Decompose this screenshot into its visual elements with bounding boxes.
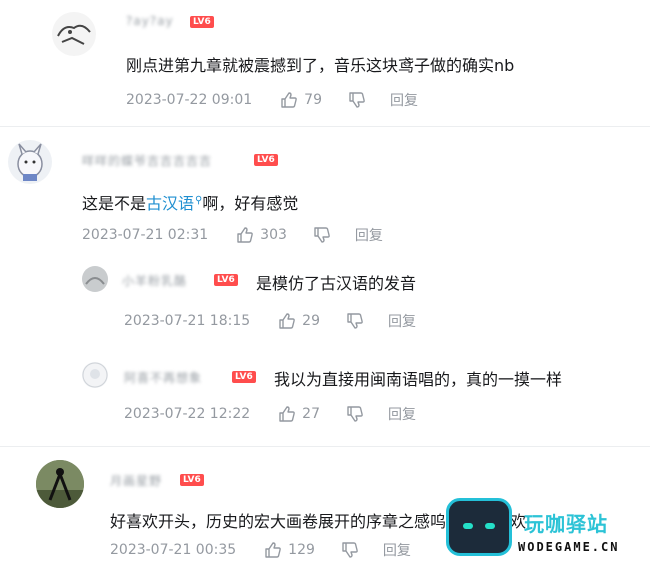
watermark: 玩咖驿站 WODEGAME.CN <box>446 496 650 562</box>
avatar[interactable] <box>36 460 84 508</box>
reply-button[interactable]: 回复 <box>383 540 411 560</box>
comment-time: 2023-07-21 00:35 <box>110 542 237 558</box>
comment-item: 月画星野 LV6 好喜欢开头，历史的宏大画卷展开的序章之感呜呜呜好喜欢 2023… <box>0 0 650 562</box>
watermark-logo-icon <box>446 498 512 556</box>
watermark-title: 玩咖驿站 <box>524 512 608 536</box>
level-badge: LV6 <box>180 474 204 486</box>
watermark-subtitle: WODEGAME.CN <box>518 540 620 554</box>
thumbs-up-icon <box>265 542 281 558</box>
like-count: 129 <box>288 542 315 558</box>
dislike-button[interactable] <box>341 541 359 559</box>
comment-meta: 2023-07-21 00:35 129 回复 <box>110 540 411 560</box>
logo-eye-icon <box>485 523 495 529</box>
username[interactable]: 月画星野 <box>110 472 162 489</box>
like-button[interactable]: 129 <box>264 541 315 559</box>
logo-eye-icon <box>463 523 473 529</box>
avatar-image <box>36 460 84 508</box>
thumbs-down-icon <box>342 542 358 558</box>
